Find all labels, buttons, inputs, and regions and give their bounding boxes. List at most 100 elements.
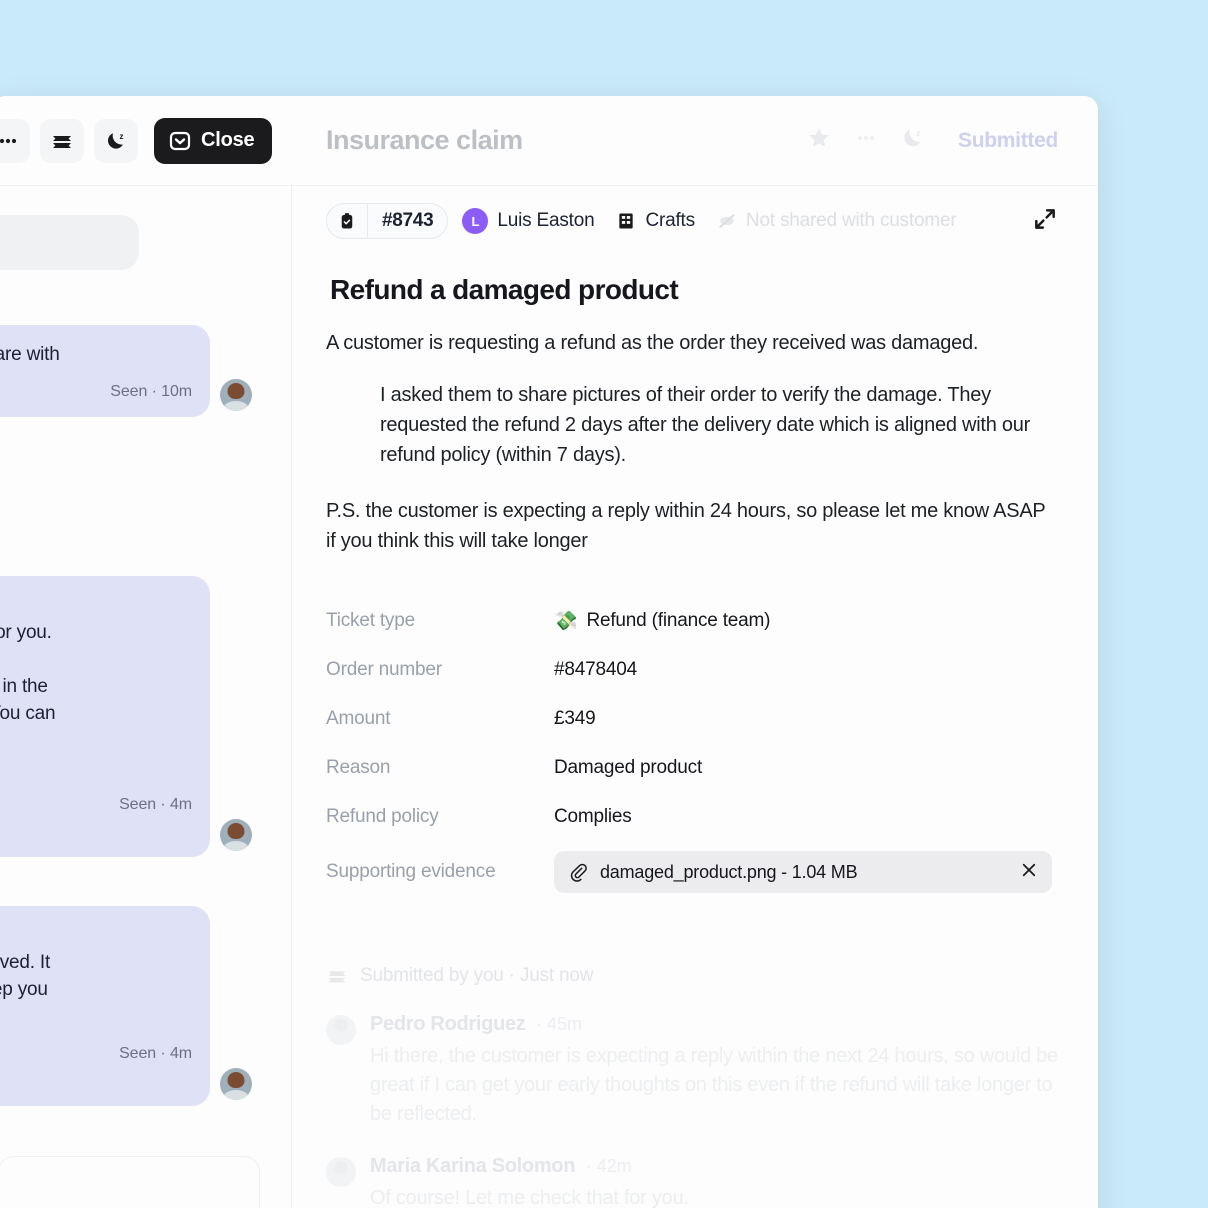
clipboard-check-icon [327,212,367,230]
field-value[interactable]: £349 [554,708,596,730]
expand-diagonal-icon [1035,208,1055,229]
message-text: you please share with [0,344,60,365]
ticket-detail-panel: Insurance claim z Submitted #8743 L Luis… [292,96,1098,1208]
ticket-id-badge[interactable]: #8743 [326,203,449,239]
company[interactable]: Crafts [616,210,695,232]
more-options-button[interactable] [0,118,30,163]
moon-snooze-icon: z [904,128,921,147]
more-options-button[interactable] [854,126,878,155]
document-paragraph-1: A customer is requesting a refund as the… [326,332,979,354]
ticket-header: Insurance claim z Submitted [292,96,1098,186]
field-row: Reason Damaged product [326,743,1058,792]
close-x-icon [1022,863,1036,876]
field-row: Ticket type 💸 Refund (finance team) [326,596,1058,645]
ellipsis-icon [0,138,17,143]
message-bubble[interactable]: you please share with Seen · 10m [0,325,210,417]
field-value[interactable]: Damaged product [554,757,702,779]
comment-content: Pedro Rodriguez · 45m Hi there, the cust… [370,1013,1060,1129]
ticket-meta-bar: #8743 L Luis Easton Crafts Not shared wi… [326,186,1058,256]
star-icon [809,128,829,147]
page-background-strip [0,0,1208,96]
snooze-button[interactable]: z [94,118,138,163]
attachment-chip[interactable]: damaged_product.png - 1.04 MB [554,851,1052,893]
document-heading: Refund a damaged product [330,274,679,305]
avatar: L [462,208,489,234]
field-value[interactable]: 💸 Refund (finance team) [554,609,770,633]
document-paragraph-indented: I asked them to share pictures of their … [380,384,1031,466]
close-button[interactable]: Close [154,117,273,164]
eye-off-icon [719,214,735,228]
message-row-outgoing: you please share with Seen · 10m [0,325,252,417]
message-bubble[interactable]: s refund approved. It n, but I will keep… [0,906,210,1106]
field-label: Ticket type [326,609,415,631]
activity-system-text: Submitted by you · Just now [360,965,594,986]
sharing-label: Not shared with customer [745,210,957,231]
field-row: Order number #8478404 [326,645,1058,694]
comment-author: Pedro Rodriguez [370,1013,526,1035]
svg-text:z: z [120,132,124,141]
avatar [220,819,252,851]
ticket-icon [328,971,346,983]
field-value[interactable]: Complies [554,806,632,828]
field-row: Amount £349 [326,694,1058,743]
remove-attachment-button[interactable] [1020,861,1038,884]
star-button[interactable] [806,125,832,156]
header-actions: z Submitted [806,125,1058,156]
close-button-label: Close [201,129,255,151]
ticket-button[interactable] [40,118,84,163]
paperclip-icon [570,863,587,882]
conversation-panel: z Close get a refund? [0,96,292,1208]
comment-content: Maria Karina Solomon · 42m Of course! Le… [370,1155,689,1208]
expand-button[interactable] [1032,206,1058,237]
message-composer[interactable] [0,1156,260,1208]
inbox-archive-icon [169,131,191,150]
message-status: Seen · 4m [119,796,192,813]
svg-text:z: z [916,128,921,138]
comment-author: Maria Karina Solomon [370,1155,576,1177]
app-window: z Close get a refund? [0,96,1098,1208]
message-bubble[interactable]: we sort it out for you. r? It should be … [0,576,210,857]
attachment-name: damaged_product.png - 1.04 MB [600,861,858,882]
field-label: Order number [326,658,442,680]
sharing-status[interactable]: Not shared with customer [717,210,957,232]
message-status: Seen · 10m [110,383,192,400]
page-title: Insurance claim [326,125,523,155]
field-value[interactable]: #8478404 [554,659,637,681]
moon-snooze-icon: z [108,132,124,149]
app-root: z Close get a refund? [0,0,1208,1208]
comment-header: Pedro Rodriguez · 45m [370,1013,1060,1036]
message-text: s refund approved. It n, but I will keep… [0,952,51,1000]
message-row-outgoing: s refund approved. It n, but I will keep… [0,906,252,1106]
message-status: Seen · 4m [119,1045,192,1062]
field-row: Refund policy Complies [326,792,1058,841]
field-label: Amount [326,707,391,729]
status-badge[interactable]: Submitted [958,129,1058,153]
field-label: Reason [326,756,391,778]
ticket-number: #8743 [382,210,434,231]
ticket-icon [53,135,71,148]
assignee[interactable]: L Luis Easton [462,208,595,234]
message-thread[interactable]: get a refund? you please share with Seen… [0,186,290,1208]
field-label: Supporting evidence [326,861,496,882]
message-text: we sort it out for you. r? It should be … [0,622,56,724]
money-emoji-icon: 💸 [554,610,578,632]
ellipsis-icon [858,136,874,140]
activity-system-entry: Submitted by you · Just now [326,965,1058,987]
message-row-outgoing: we sort it out for you. r? It should be … [0,576,252,857]
message-bubble[interactable]: get a refund? [0,215,139,270]
field-value-text: Refund (finance team) [586,609,771,631]
avatar [326,1015,356,1045]
comment-item: Pedro Rodriguez · 45m Hi there, the cust… [326,1013,1058,1129]
field-label: Refund policy [326,805,439,827]
snooze-button[interactable]: z [900,125,926,156]
conversation-toolbar: z Close [0,96,292,186]
attachment-field-row: Supporting evidence damaged_product.png … [326,841,1058,903]
ticket-body: #8743 L Luis Easton Crafts Not shared wi… [292,186,1098,1208]
company-name: Crafts [645,210,695,231]
comment-item: Maria Karina Solomon · 42m Of course! Le… [326,1155,1058,1208]
avatar [220,379,252,411]
document-paragraph-2: P.S. the customer is expecting a reply w… [326,500,1046,552]
avatar [220,1068,252,1100]
avatar [326,1157,356,1187]
comment-timestamp: · 45m [535,1014,582,1034]
